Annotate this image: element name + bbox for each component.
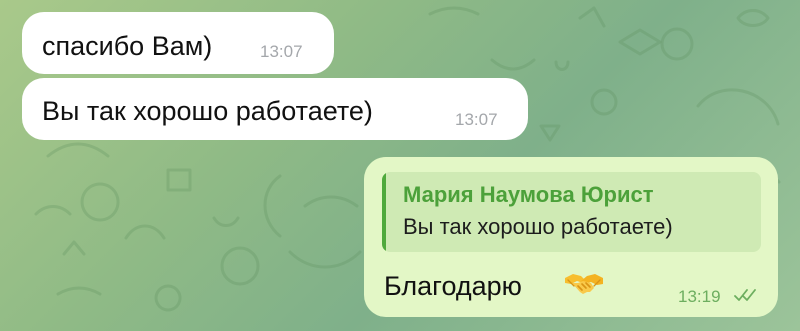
message-text: спасибо Вам) <box>42 31 213 61</box>
reply-text: Вы так хорошо работаете) <box>403 214 673 239</box>
handshake-emoji <box>563 268 605 300</box>
reply-author: Мария Наумова Юрист <box>403 182 654 207</box>
message-text: Благодарю <box>384 271 522 301</box>
reply-accent-bar <box>382 172 386 252</box>
message-text: Вы так хорошо работаете) <box>42 96 373 126</box>
message-timestamp: 13:07 <box>455 110 498 129</box>
outgoing-message-bubble[interactable]: Мария Наумова Юрист Вы так хорошо работа… <box>364 157 778 317</box>
incoming-message-bubble[interactable]: Вы так хорошо работаете) 13:07 <box>22 78 528 140</box>
double-check-icon <box>734 289 758 303</box>
message-timestamp: 13:07 <box>260 42 303 61</box>
message-timestamp: 13:19 <box>678 287 721 306</box>
incoming-message-bubble[interactable]: спасибо Вам) 13:07 <box>22 12 334 74</box>
reply-quote[interactable]: Мария Наумова Юрист Вы так хорошо работа… <box>382 172 761 252</box>
